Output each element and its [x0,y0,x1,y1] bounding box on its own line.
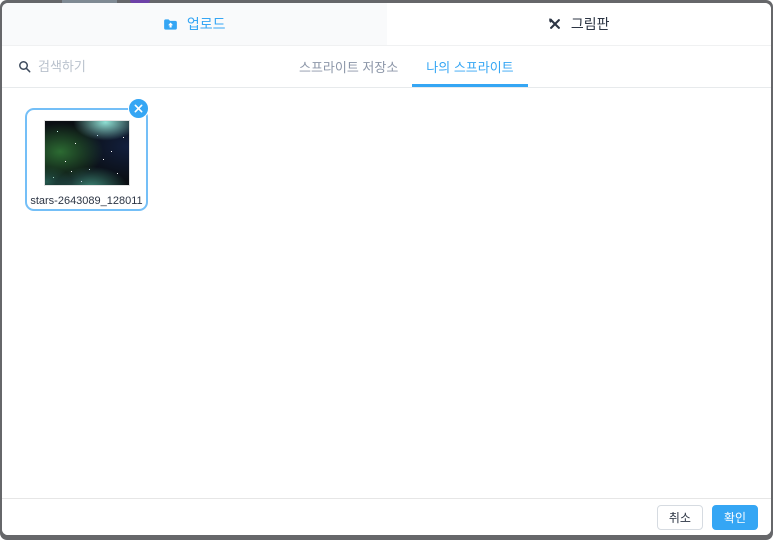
search-input[interactable] [38,59,238,74]
subtab-sprite-library[interactable]: 스프라이트 저장소 [285,46,412,87]
tab-upload-label: 업로드 [186,16,226,32]
close-icon [134,104,143,113]
tab-paint-label: 그림판 [570,16,610,32]
thumbnail-stars-decoration [45,121,46,122]
filter-bar: 스프라이트 저장소 나의 스프라이트 [2,46,771,88]
search-box [18,46,238,87]
dialog-tabbar: 업로드 그림판 [2,3,771,46]
cancel-button[interactable]: 취소 [656,504,703,530]
sprite-thumbnail-image [43,120,130,186]
sprite-grid: stars-2643089_128011 [2,89,771,498]
subtab-my-sprites[interactable]: 나의 스프라이트 [412,46,528,87]
dialog-footer: 취소 확인 [2,498,771,535]
sprite-name-label: stars-2643089_128011 [30,195,143,207]
search-icon [18,60,31,73]
tab-upload[interactable]: 업로드 [2,3,387,45]
upload-folder-icon [163,17,178,32]
subtabs: 스프라이트 저장소 나의 스프라이트 [285,46,528,87]
screenshot-root: 업로드 그림판 검색하기 스프라이트 저장소 나의 스프라이트 stars-26… [0,0,773,540]
sprite-upload-dialog: 업로드 그림판 검색하기 스프라이트 저장소 나의 스프라이트 stars-26… [2,3,771,535]
remove-sprite-button[interactable] [128,98,149,119]
paint-tools-icon [548,17,562,31]
sprite-card[interactable]: stars-2643089_128011 [25,98,149,211]
tab-paint[interactable]: 그림판 [386,3,771,45]
confirm-button[interactable]: 확인 [711,504,758,530]
